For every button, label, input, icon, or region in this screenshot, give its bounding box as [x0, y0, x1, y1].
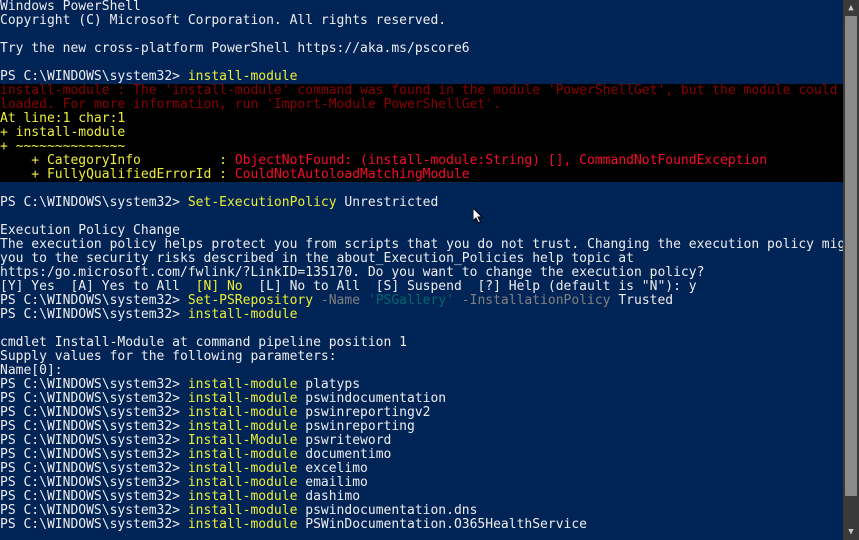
policy-msg: you to the security risks described in t… [0, 252, 843, 266]
prompt-line: PS C:\WINDOWS\system32> install-module p… [0, 504, 843, 518]
param-name: -InstallationPolicy [454, 293, 618, 308]
prompt-line: PS C:\WINDOWS\system32> install-module P… [0, 518, 843, 532]
command-text: install-module [188, 405, 298, 420]
command-text: install-module [188, 377, 298, 392]
policy-choice: [Y] Yes [A] Yes to All [N] No [L] No to … [0, 280, 843, 294]
install-commands-block: PS C:\WINDOWS\system32> install-module p… [0, 378, 843, 532]
prompt-line: PS C:\WINDOWS\system32> install-module [0, 70, 843, 84]
prompt-line: PS C:\WINDOWS\system32> Install-Module p… [0, 434, 843, 448]
command-arg: pswinreportingv2 [297, 405, 430, 420]
command-text: install-module [188, 391, 298, 406]
blank-line [0, 322, 843, 336]
blank-line [0, 28, 843, 42]
command-text: install-module [188, 69, 298, 84]
error-line: install-module : The 'install-module' co… [0, 84, 843, 98]
prompt-line: PS C:\WINDOWS\system32> install-module d… [0, 490, 843, 504]
command-text: Set-PSRepository [188, 293, 313, 308]
error-category-line: + CategoryInfo : ObjectNotFound: (instal… [0, 154, 843, 168]
command-text: install-module [188, 517, 298, 532]
scrollbar-thumb[interactable] [845, 16, 857, 496]
command-text: install-module [188, 447, 298, 462]
prompt-line: PS C:\WINDOWS\system32> install-module e… [0, 476, 843, 490]
command-arg: platyps [297, 377, 360, 392]
policy-msg: https:/go.microsoft.com/fwlink/?LinkID=1… [0, 266, 843, 280]
param-value: 'PSGallery' [368, 293, 454, 308]
command-text: install-module [188, 461, 298, 476]
scrollbar-track[interactable] [843, 16, 859, 524]
command-arg: pswriteword [297, 433, 391, 448]
command-text: install-module [188, 419, 298, 434]
prompt-line: PS C:\WINDOWS\system32> install-module p… [0, 392, 843, 406]
copyright-line: Copyright (C) Microsoft Corporation. All… [0, 14, 843, 28]
error-line: loaded. For more information, run 'Impor… [0, 98, 843, 112]
prompt-line: PS C:\WINDOWS\system32> install-module [0, 308, 843, 322]
prompt-line: PS C:\WINDOWS\system32> install-module p… [0, 378, 843, 392]
prompt-text: PS C:\WINDOWS\system32> [0, 69, 188, 84]
command-text: Set-ExecutionPolicy [188, 195, 337, 210]
command-arg: pswindocumentation [297, 391, 446, 406]
command-text: install-module [188, 489, 298, 504]
prompt-line: PS C:\WINDOWS\system32> install-module p… [0, 406, 843, 420]
command-arg: Unrestricted [337, 195, 439, 210]
command-arg: emailimo [297, 475, 367, 490]
vertical-scrollbar[interactable]: ▲ ▼ [843, 0, 859, 540]
error-line: At line:1 char:1 [0, 112, 843, 126]
command-text: Install-Module [188, 433, 298, 448]
prompt-line: PS C:\WINDOWS\system32> install-module p… [0, 420, 843, 434]
prompt-line: PS C:\WINDOWS\system32> Set-ExecutionPol… [0, 196, 843, 210]
prompt-line: PS C:\WINDOWS\system32> Set-PSRepository… [0, 294, 843, 308]
command-arg: excelimo [297, 461, 367, 476]
scroll-down-button[interactable]: ▼ [843, 524, 859, 540]
error-fqid-line: + FullyQualifiedErrorId : CouldNotAutolo… [0, 168, 843, 182]
command-text: install-module [188, 475, 298, 490]
prompt-line: PS C:\WINDOWS\system32> install-module d… [0, 448, 843, 462]
blank-line [0, 56, 843, 70]
pscore-line: Try the new cross-platform PowerShell ht… [0, 42, 843, 56]
command-text: install-module [188, 503, 298, 518]
command-arg: pswinreporting [297, 419, 414, 434]
command-arg: PSWinDocumentation.O365HealthService [297, 517, 587, 532]
policy-title: Execution Policy Change [0, 224, 843, 238]
command-text: install-module [188, 307, 298, 322]
command-arg: pswindocumentation.dns [297, 503, 477, 518]
cmdlet-prompt: Name[0]: [0, 364, 843, 378]
command-arg: documentimo [297, 447, 391, 462]
powershell-terminal[interactable]: Windows PowerShell Copyright (C) Microso… [0, 0, 843, 540]
blank-line [0, 182, 843, 196]
param-name: -Name [313, 293, 368, 308]
cmdlet-prompt: cmdlet Install-Module at command pipelin… [0, 336, 843, 350]
policy-msg: The execution policy helps protect you f… [0, 238, 843, 252]
prompt-line: PS C:\WINDOWS\system32> install-module e… [0, 462, 843, 476]
error-line: + ~~~~~~~~~~~~~~ [0, 140, 843, 154]
blank-line [0, 210, 843, 224]
error-line: + install-module [0, 126, 843, 140]
param-value: Trusted [618, 293, 673, 308]
command-arg: dashimo [297, 489, 360, 504]
header-line: Windows PowerShell [0, 0, 843, 14]
scroll-up-button[interactable]: ▲ [843, 0, 859, 16]
cmdlet-prompt: Supply values for the following paramete… [0, 350, 843, 364]
